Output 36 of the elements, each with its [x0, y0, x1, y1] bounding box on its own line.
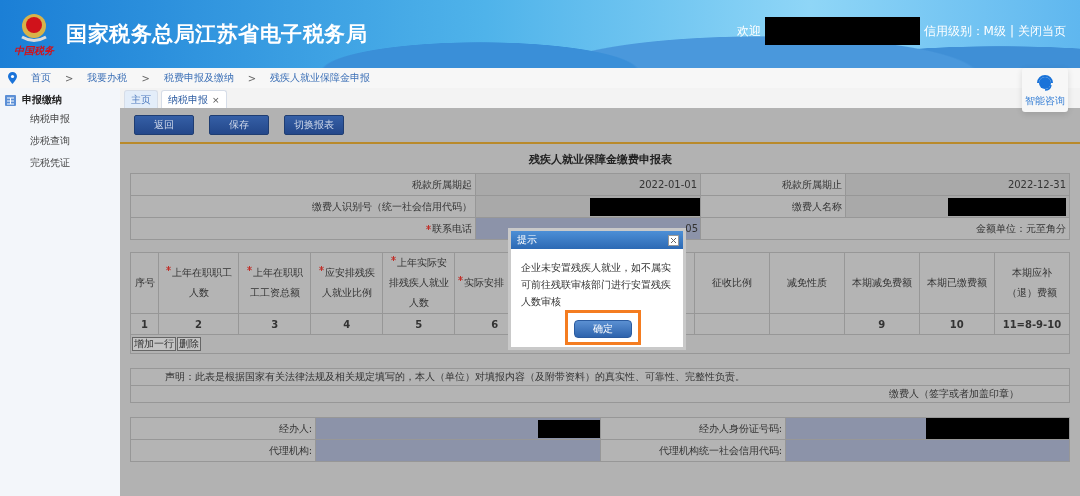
column-header: 上年实际安排残疾人就业人数: [382, 252, 455, 314]
logo-caption: 中国税务: [14, 45, 54, 57]
table-cell: 2022-12-31: [845, 173, 1070, 196]
form-title: 残疾人就业保障金缴费申报表: [528, 153, 672, 166]
field-label: 代理机构:: [130, 439, 316, 462]
field-label: 缴费人名称: [700, 195, 846, 218]
column-header: 减免性质: [769, 252, 845, 314]
credit-level: 信用级别：M级: [923, 22, 1006, 40]
divider-text: |: [1009, 24, 1014, 38]
column-number: 1: [130, 313, 159, 335]
site-title: 国家税务总局江苏省电子税务局: [66, 21, 367, 48]
field-label: 代理机构统一社会信用代码:: [600, 439, 786, 462]
field-label: 联系电话: [130, 217, 476, 240]
column-header: 上年在职职工人数: [158, 252, 239, 314]
column-header: 征收比例: [694, 252, 770, 314]
breadcrumb-separator: >: [141, 72, 150, 84]
column-header: 本期减免费额: [844, 252, 920, 314]
column-header: 应安排残疾人就业比例: [310, 252, 383, 314]
unit-note: 金额单位：元至角分: [700, 217, 1070, 240]
field-label: 经办人:: [130, 417, 316, 440]
declaration-text: 声明：此表是根据国家有关法律法规及相关规定填写的，本人（单位）对填报内容（及附带资料）的真实性、可靠性、完整性负责。: [130, 368, 1070, 386]
table-cell: 2022-01-01: [475, 173, 701, 196]
breadcrumb-separator: >: [65, 72, 74, 84]
field-label: 缴费人识别号（统一社会信用代码）: [130, 195, 476, 218]
column-header: 上年在职职工工资总额: [238, 252, 311, 314]
dialog-message: 企业未安置残疾人就业，如不属实可前往残联审核部门进行安置残疾人数审核: [521, 261, 672, 309]
welcome-text: 欢迎: [736, 22, 761, 40]
field-label: 税款所属期止: [700, 173, 846, 196]
column-header: 本期已缴费额: [919, 252, 995, 314]
column-header: 本期应补（退）费额: [994, 252, 1070, 314]
sidebar-section-title: 申报缴纳: [22, 93, 62, 107]
field-label: 税款所属期起: [130, 173, 476, 196]
column-header: 序号: [130, 252, 159, 314]
breadcrumb-separator: >: [247, 72, 257, 84]
field-label: 经办人身份证号码:: [600, 417, 786, 440]
dialog-title: 提示: [517, 233, 537, 247]
